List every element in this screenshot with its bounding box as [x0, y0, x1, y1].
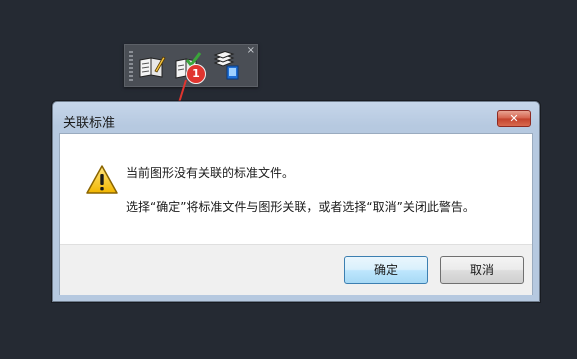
ok-button[interactable]: 确定 [344, 256, 428, 284]
cancel-button[interactable]: 取消 [440, 256, 524, 284]
layer-translator-icon[interactable] [213, 51, 243, 81]
dialog-title: 关联标准 [63, 116, 116, 131]
message-line-2: 选择“确定”将标准文件与图形关联，或者选择“取消”关闭此警告。 [126, 200, 475, 214]
toolbar-close-icon[interactable]: × [247, 46, 255, 56]
configure-standards-icon[interactable] [137, 51, 167, 81]
dialog-close-button[interactable]: ✕ [497, 110, 531, 127]
dialog-body: 当前图形没有关联的标准文件。 选择“确定”将标准文件与图形关联，或者选择“取消”… [59, 133, 533, 295]
dialog-footer: 确定 取消 [60, 244, 532, 295]
toolbar-grip[interactable] [129, 51, 133, 81]
warning-icon [86, 165, 118, 194]
close-icon: ✕ [509, 112, 519, 125]
associate-standards-dialog: 关联标准 ✕ 当前图形没有关联的标准文件。 选择“确定”将标准文件与图形关联，或… [52, 101, 540, 302]
message-line-1: 当前图形没有关联的标准文件。 [126, 166, 295, 180]
